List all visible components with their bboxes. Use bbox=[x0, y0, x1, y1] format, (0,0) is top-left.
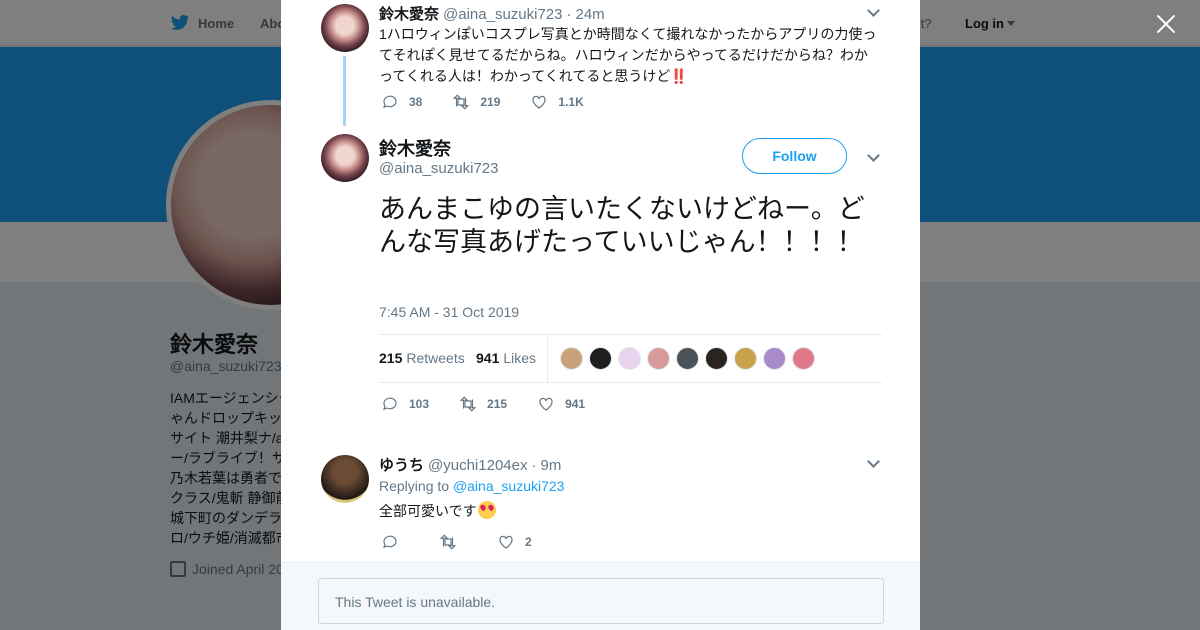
reply-tweet-chevron-down-icon[interactable] bbox=[867, 457, 879, 469]
main-tweet-timestamp[interactable]: 7:45 AM - 31 Oct 2019 bbox=[379, 304, 519, 320]
parent-tweet-chevron-down-icon[interactable] bbox=[867, 6, 879, 18]
liker-avatar[interactable] bbox=[560, 347, 583, 370]
tweet-stats: 215 Retweets 941 Likes bbox=[379, 334, 882, 383]
heart-icon bbox=[539, 397, 553, 411]
reply-icon bbox=[383, 535, 397, 549]
replying-to-line: Replying to @aina_suzuki723 bbox=[379, 478, 564, 494]
main-tweet-handle[interactable]: @aina_suzuki723 bbox=[379, 160, 498, 177]
retweet-button[interactable]: 215 bbox=[459, 395, 507, 413]
parent-tweet-actions: 38 219 1.1K bbox=[381, 93, 614, 111]
parent-tweet-time[interactable]: 24m bbox=[576, 6, 605, 23]
liker-avatar[interactable] bbox=[705, 347, 728, 370]
stats-divider bbox=[547, 335, 548, 382]
reply-button[interactable]: 103 bbox=[381, 395, 429, 413]
liker-avatar[interactable] bbox=[734, 347, 757, 370]
tweet-unavailable-notice: This Tweet is unavailable. bbox=[318, 578, 884, 624]
smiling-face-with-heart-eyes-icon bbox=[477, 501, 496, 519]
retweet-icon bbox=[459, 396, 477, 412]
replying-to-prefix: Replying to bbox=[379, 478, 450, 494]
reply-tweet-text: 全部可愛いです bbox=[379, 503, 477, 519]
likers-avatars bbox=[560, 347, 821, 370]
liker-avatar[interactable] bbox=[647, 347, 670, 370]
liker-avatar[interactable] bbox=[763, 347, 786, 370]
reply-button[interactable]: 38 bbox=[381, 93, 422, 111]
parent-tweet-handle[interactable]: @aina_suzuki723 bbox=[443, 6, 562, 23]
replying-to-link[interactable]: @aina_suzuki723 bbox=[453, 478, 565, 494]
retweet-button[interactable]: 219 bbox=[452, 93, 500, 111]
retweets-stat-label: Retweets bbox=[406, 350, 465, 366]
reply-tweet-header: ゆうち @yuchi1204ex · 9m bbox=[379, 454, 561, 475]
parent-tweet-text: 1ハロウィンぽいコスプレ写真とか時間なくて撮れなかったからアプリの力使ってそれぽ… bbox=[379, 26, 877, 84]
liker-avatar[interactable] bbox=[792, 347, 815, 370]
heart-icon bbox=[532, 95, 546, 109]
main-tweet-chevron-down-icon[interactable] bbox=[867, 151, 879, 163]
retweets-stat-count: 215 bbox=[379, 350, 403, 366]
reply-icon bbox=[383, 397, 397, 411]
separator-dot: · bbox=[566, 6, 572, 23]
like-button[interactable]: 1.1K bbox=[530, 93, 584, 111]
reply-tweet-actions: 2 bbox=[381, 533, 562, 551]
main-tweet-actions: 103 215 941 bbox=[381, 395, 615, 413]
like-button[interactable]: 941 bbox=[537, 395, 585, 413]
reply-icon bbox=[383, 95, 397, 109]
likes-stat[interactable]: 941 Likes bbox=[476, 350, 536, 366]
thread-connector-line bbox=[343, 56, 346, 126]
tweet-permalink-modal: 鈴木愛奈 @aina_suzuki723 · 24m 1ハロウィンぽいコスプレ写… bbox=[281, 0, 920, 630]
close-modal-button[interactable] bbox=[1154, 12, 1178, 36]
reply-button[interactable] bbox=[381, 533, 409, 551]
retweet-icon bbox=[453, 94, 470, 110]
like-count: 2 bbox=[525, 535, 532, 549]
reply-tweet-text-container: 全部可愛いです bbox=[379, 501, 496, 522]
heart-icon bbox=[499, 535, 513, 549]
reply-count: 38 bbox=[409, 95, 423, 109]
separator-dot: · bbox=[531, 457, 537, 474]
liker-avatar[interactable] bbox=[618, 347, 641, 370]
main-tweet-name[interactable]: 鈴木愛奈 bbox=[379, 135, 451, 161]
liker-avatar[interactable] bbox=[589, 347, 612, 370]
likes-stat-label: Likes bbox=[503, 350, 537, 366]
reply-tweet-name[interactable]: ゆうち bbox=[379, 454, 424, 475]
parent-tweet-avatar[interactable] bbox=[321, 4, 369, 52]
retweet-icon bbox=[439, 534, 457, 550]
like-button[interactable]: 2 bbox=[497, 533, 532, 551]
parent-tweet-name[interactable]: 鈴木愛奈 bbox=[379, 3, 439, 24]
liker-avatar[interactable] bbox=[676, 347, 699, 370]
like-count: 1.1K bbox=[558, 95, 584, 109]
modal-footer: This Tweet is unavailable. bbox=[281, 562, 920, 630]
reply-tweet-handle[interactable]: @yuchi1204ex bbox=[428, 457, 527, 474]
reply-tweet-avatar[interactable] bbox=[321, 455, 369, 503]
main-tweet-avatar[interactable] bbox=[321, 134, 369, 182]
retweet-count: 215 bbox=[487, 397, 508, 411]
reply-tweet-time[interactable]: 9m bbox=[540, 457, 561, 474]
likes-stat-count: 941 bbox=[476, 350, 500, 366]
retweet-count: 219 bbox=[480, 95, 501, 109]
like-count: 941 bbox=[565, 397, 586, 411]
parent-tweet-header: 鈴木愛奈 @aina_suzuki723 · 24m bbox=[379, 3, 605, 24]
retweet-button[interactable] bbox=[439, 533, 467, 551]
follow-button[interactable]: Follow bbox=[742, 138, 847, 174]
reply-count: 103 bbox=[409, 397, 430, 411]
main-tweet-text: あんまこゆの言いたくないけどねー。どんな写真あげたっていいじゃん！！！！ bbox=[379, 194, 865, 257]
retweets-stat[interactable]: 215 Retweets bbox=[379, 350, 465, 366]
